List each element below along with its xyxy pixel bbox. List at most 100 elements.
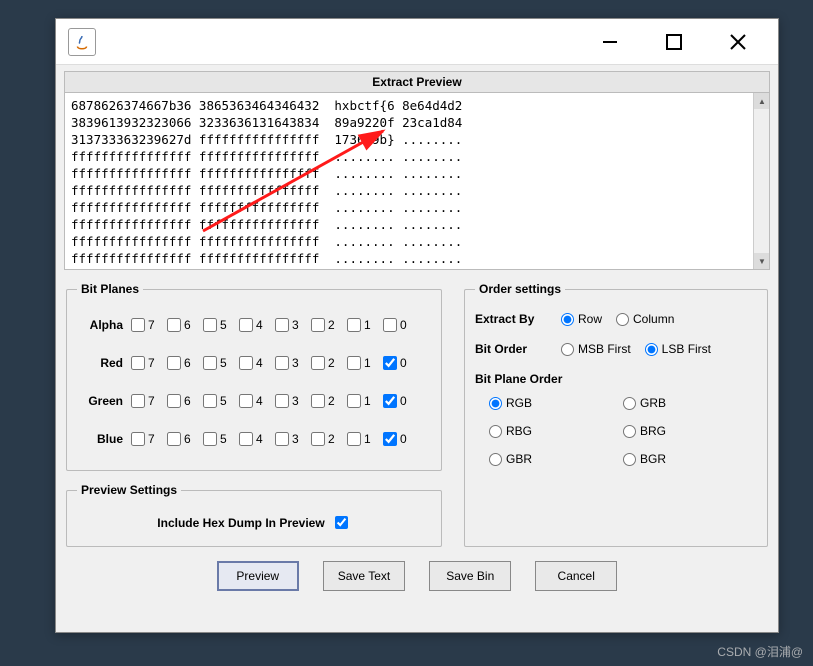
bit-checkbox-red-0[interactable]: 0	[383, 356, 419, 370]
plane-order-option-grb[interactable]: GRB	[623, 396, 757, 410]
radio-input[interactable]	[561, 343, 574, 356]
bit-checkbox-red-3[interactable]: 3	[275, 356, 311, 370]
maximize-button[interactable]	[642, 19, 706, 65]
bit-checkbox-input[interactable]	[239, 432, 253, 446]
bit-checkbox-alpha-7[interactable]: 7	[131, 318, 167, 332]
bit-checkbox-blue-2[interactable]: 2	[311, 432, 347, 446]
radio-input[interactable]	[616, 313, 629, 326]
bit-plane-order-label: Bit Plane Order	[475, 372, 757, 386]
bit-checkbox-input[interactable]	[383, 356, 397, 370]
bit-checkbox-blue-7[interactable]: 7	[131, 432, 167, 446]
bit-checkbox-red-2[interactable]: 2	[311, 356, 347, 370]
bit-checkbox-input[interactable]	[167, 432, 181, 446]
bit-order-option-lsb-first[interactable]: LSB First	[645, 342, 711, 356]
radio-input[interactable]	[489, 425, 502, 438]
bit-checkbox-green-4[interactable]: 4	[239, 394, 275, 408]
bit-checkbox-input[interactable]	[347, 356, 361, 370]
bit-checkbox-input[interactable]	[275, 356, 289, 370]
bit-checkbox-input[interactable]	[203, 318, 217, 332]
save-bin-button[interactable]: Save Bin	[429, 561, 511, 591]
plane-order-option-gbr[interactable]: GBR	[489, 452, 623, 466]
bit-checkbox-alpha-1[interactable]: 1	[347, 318, 383, 332]
bit-checkbox-input[interactable]	[311, 394, 325, 408]
bit-order-option-msb-first[interactable]: MSB First	[561, 342, 631, 356]
scroll-down-icon[interactable]: ▼	[754, 253, 770, 269]
radio-input[interactable]	[623, 397, 636, 410]
bit-checkbox-green-2[interactable]: 2	[311, 394, 347, 408]
extract-by-option-column[interactable]: Column	[616, 312, 674, 326]
plane-order-option-brg[interactable]: BRG	[623, 424, 757, 438]
plane-order-option-rbg[interactable]: RBG	[489, 424, 623, 438]
scroll-up-icon[interactable]: ▲	[754, 93, 770, 109]
plane-order-option-rgb[interactable]: RGB	[489, 396, 623, 410]
bit-checkbox-input[interactable]	[131, 318, 145, 332]
bit-checkbox-input[interactable]	[131, 394, 145, 408]
bit-checkbox-green-0[interactable]: 0	[383, 394, 419, 408]
bit-checkbox-input[interactable]	[275, 432, 289, 446]
bit-checkbox-blue-1[interactable]: 1	[347, 432, 383, 446]
scrollbar[interactable]: ▲ ▼	[753, 93, 769, 269]
close-button[interactable]	[706, 19, 770, 65]
bit-checkbox-input[interactable]	[275, 318, 289, 332]
radio-input[interactable]	[489, 453, 502, 466]
bit-checkbox-input[interactable]	[239, 394, 253, 408]
bit-checkbox-alpha-4[interactable]: 4	[239, 318, 275, 332]
bit-checkbox-input[interactable]	[203, 356, 217, 370]
bit-checkbox-input[interactable]	[347, 318, 361, 332]
minimize-button[interactable]	[578, 19, 642, 65]
bit-checkbox-blue-5[interactable]: 5	[203, 432, 239, 446]
bit-checkbox-input[interactable]	[383, 394, 397, 408]
bit-checkbox-input[interactable]	[167, 356, 181, 370]
bit-number-label: 1	[364, 318, 371, 332]
bit-checkbox-green-3[interactable]: 3	[275, 394, 311, 408]
save-text-button[interactable]: Save Text	[323, 561, 405, 591]
bit-checkbox-input[interactable]	[131, 432, 145, 446]
bit-checkbox-alpha-6[interactable]: 6	[167, 318, 203, 332]
include-hex-checkbox[interactable]	[335, 516, 348, 529]
bit-checkbox-input[interactable]	[167, 394, 181, 408]
bit-checkbox-alpha-2[interactable]: 2	[311, 318, 347, 332]
extract-by-option-row[interactable]: Row	[561, 312, 602, 326]
preview-button[interactable]: Preview	[217, 561, 299, 591]
bit-checkbox-green-7[interactable]: 7	[131, 394, 167, 408]
bit-checkbox-red-1[interactable]: 1	[347, 356, 383, 370]
bit-checkbox-blue-4[interactable]: 4	[239, 432, 275, 446]
bit-checkbox-input[interactable]	[203, 432, 217, 446]
radio-input[interactable]	[623, 453, 636, 466]
bit-checkbox-input[interactable]	[383, 432, 397, 446]
bit-checkbox-red-6[interactable]: 6	[167, 356, 203, 370]
bit-checkbox-red-4[interactable]: 4	[239, 356, 275, 370]
bit-checkbox-red-7[interactable]: 7	[131, 356, 167, 370]
bit-checkbox-blue-0[interactable]: 0	[383, 432, 419, 446]
bit-checkbox-input[interactable]	[167, 318, 181, 332]
bit-checkbox-input[interactable]	[239, 356, 253, 370]
bit-checkbox-input[interactable]	[347, 432, 361, 446]
radio-input[interactable]	[645, 343, 658, 356]
bit-checkbox-alpha-3[interactable]: 3	[275, 318, 311, 332]
bit-checkbox-red-5[interactable]: 5	[203, 356, 239, 370]
bit-checkbox-green-6[interactable]: 6	[167, 394, 203, 408]
bit-checkbox-input[interactable]	[347, 394, 361, 408]
plane-order-option-bgr[interactable]: BGR	[623, 452, 757, 466]
bit-checkbox-input[interactable]	[311, 356, 325, 370]
bit-checkbox-green-1[interactable]: 1	[347, 394, 383, 408]
bit-number-label: 3	[292, 356, 299, 370]
bit-checkbox-blue-3[interactable]: 3	[275, 432, 311, 446]
bit-checkbox-input[interactable]	[311, 432, 325, 446]
radio-input[interactable]	[561, 313, 574, 326]
bit-checkbox-input[interactable]	[203, 394, 217, 408]
bit-checkbox-input[interactable]	[311, 318, 325, 332]
radio-input[interactable]	[489, 397, 502, 410]
bit-number-label: 0	[400, 356, 407, 370]
bit-checkbox-input[interactable]	[239, 318, 253, 332]
bit-checkbox-input[interactable]	[383, 318, 397, 332]
bit-checkbox-alpha-0[interactable]: 0	[383, 318, 419, 332]
bit-checkbox-blue-6[interactable]: 6	[167, 432, 203, 446]
bit-checkbox-input[interactable]	[275, 394, 289, 408]
bit-checkbox-input[interactable]	[131, 356, 145, 370]
bit-number-label: 0	[400, 432, 407, 446]
cancel-button[interactable]: Cancel	[535, 561, 617, 591]
bit-checkbox-green-5[interactable]: 5	[203, 394, 239, 408]
bit-checkbox-alpha-5[interactable]: 5	[203, 318, 239, 332]
radio-input[interactable]	[623, 425, 636, 438]
